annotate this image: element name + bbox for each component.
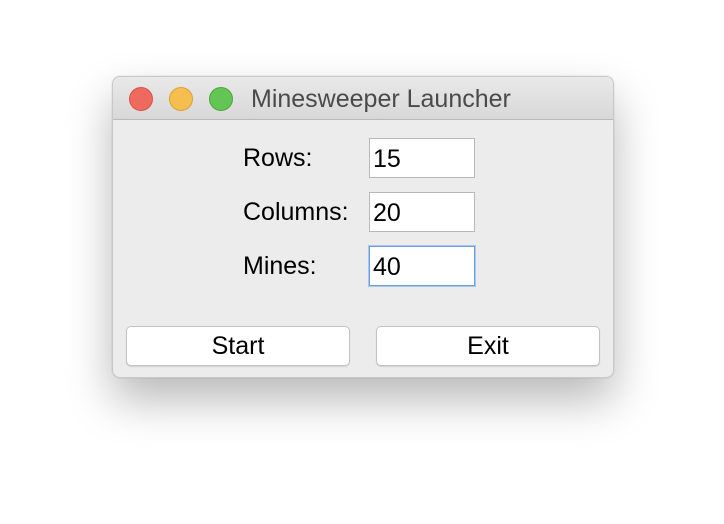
launcher-window: Minesweeper Launcher Rows: Columns: Mine… [112,76,614,378]
rows-input[interactable] [369,138,475,178]
columns-input[interactable] [369,192,475,232]
exit-button[interactable]: Exit [376,326,600,366]
zoom-window-button[interactable] [209,87,233,111]
close-window-button[interactable] [129,87,153,111]
start-button[interactable]: Start [126,326,350,366]
title-bar[interactable]: Minesweeper Launcher [113,77,613,120]
rows-label: Rows: [243,144,313,172]
columns-label: Columns: [243,198,349,226]
mines-input[interactable] [369,246,475,286]
minimize-window-button[interactable] [169,87,193,111]
window-title: Minesweeper Launcher [251,85,511,113]
mines-label: Mines: [243,252,317,280]
